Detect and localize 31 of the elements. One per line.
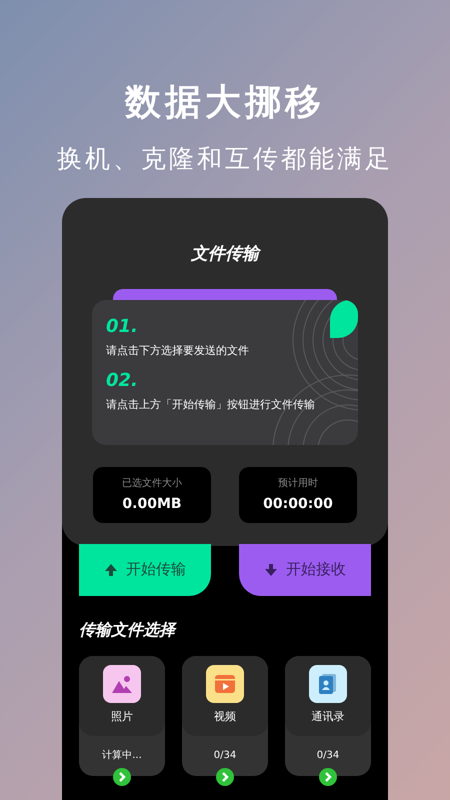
stat-value: 00:00:00 (263, 494, 333, 514)
stat-value: 0.00MB (122, 494, 182, 514)
contact-book-icon (309, 665, 347, 704)
file-type-card[interactable]: 视频 0/34 (182, 656, 268, 776)
step-text: 请点击上方「开始传输」按钮进行文件传输 (106, 398, 316, 412)
video-icon (206, 665, 244, 704)
chevron-right-icon[interactable] (113, 768, 131, 786)
subtitle: 换机、克隆和互传都能满足 (57, 143, 393, 175)
file-count: 0/34 (316, 748, 340, 762)
stat-label: 预计用时 (278, 476, 318, 490)
file-count: 计算中... (102, 748, 142, 762)
arrow-down-icon (264, 562, 278, 576)
file-type-label: 照片 (111, 709, 133, 726)
file-type-card[interactable]: 照片 计算中... (79, 656, 165, 776)
leaf-icon (330, 300, 358, 338)
file-count: 0/34 (214, 748, 236, 762)
stat-label: 已选文件大小 (122, 476, 182, 490)
chevron-right-icon[interactable] (319, 768, 337, 786)
chevron-right-icon[interactable] (216, 768, 234, 786)
step-text: 请点击下方选择要发送的文件 (106, 344, 250, 358)
file-type-card[interactable]: 通讯录 0/34 (285, 656, 371, 776)
file-type-label: 通讯录 (312, 709, 344, 726)
image-icon (103, 665, 141, 704)
section-title: 传输文件选择 (79, 618, 178, 640)
step-number: 01. (106, 318, 139, 336)
step-number: 02. (106, 372, 139, 390)
screen-title: 文件传输 (191, 242, 259, 267)
file-type-label: 视频 (214, 709, 236, 726)
headline: 数据大挪移 (125, 81, 325, 125)
start-transfer-button[interactable]: 开始传输 (79, 544, 211, 596)
arrow-up-icon (104, 562, 118, 576)
